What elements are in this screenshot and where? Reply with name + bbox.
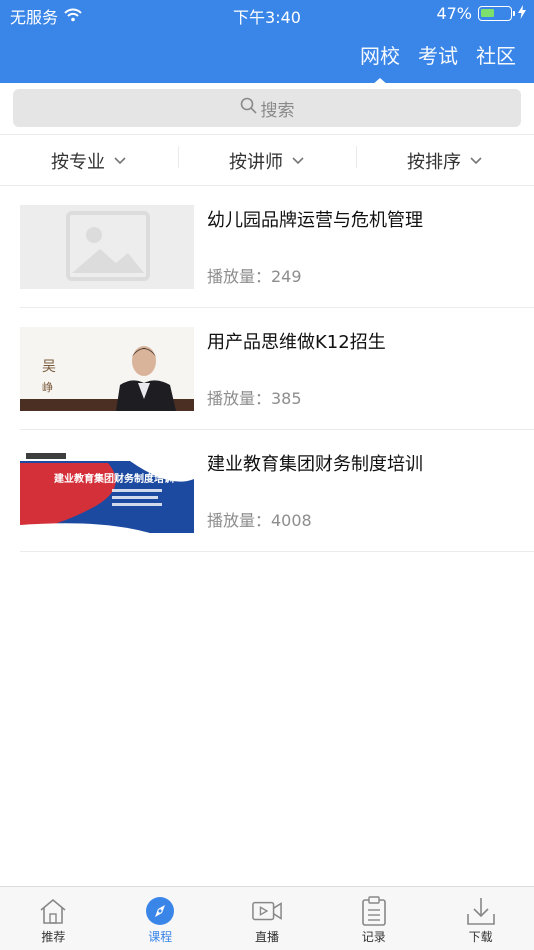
- chevron-down-icon: [470, 156, 482, 164]
- download-icon: [466, 896, 496, 926]
- nav-item-download[interactable]: 下载: [427, 887, 534, 950]
- filter-lecturer[interactable]: 按讲师: [178, 136, 356, 185]
- search-icon: [240, 97, 257, 119]
- nav-label: 推荐: [41, 930, 66, 944]
- tab-wangxiao[interactable]: 网校: [360, 40, 400, 69]
- nav-item-live[interactable]: 直播: [214, 887, 321, 950]
- course-title: 建业教育集团财务制度培训: [207, 454, 423, 475]
- course-play-count: 播放量：249: [207, 267, 302, 286]
- filter-sort-label: 按排序: [407, 151, 461, 173]
- lecturer-name-char-2: 峥: [42, 380, 53, 394]
- course-title: 用产品思维做K12招生: [207, 332, 386, 353]
- status-bar: 无服务 下午3:40 47%: [0, 0, 534, 28]
- filter-sort[interactable]: 按排序: [356, 136, 534, 185]
- lecturer-photo-image: 吴 峥: [20, 327, 194, 411]
- battery-icon: [478, 6, 515, 21]
- chevron-down-icon: [114, 156, 126, 164]
- search-section: 搜索: [0, 83, 534, 135]
- header-tabs: 网校 考试 社区: [360, 40, 516, 69]
- clipboard-icon: [359, 896, 389, 926]
- training-slide-image: 建业教育集团财务制度培训: [20, 449, 194, 533]
- image-placeholder-icon: [66, 211, 150, 281]
- status-right: 47%: [436, 4, 526, 23]
- course-thumbnail-lecturer: 吴 峥: [20, 327, 194, 411]
- course-item[interactable]: 建业教育集团财务制度培训 建业教育集团财务制度培训 播放量：4008: [20, 430, 534, 552]
- battery-fill: [481, 9, 494, 17]
- nav-item-recommend[interactable]: 推荐: [0, 887, 107, 950]
- nav-label: 课程: [148, 930, 173, 944]
- lecturer-name-char-1: 吴: [42, 359, 56, 375]
- battery-percent: 47%: [436, 4, 472, 23]
- home-icon: [38, 896, 68, 926]
- chevron-down-icon: [292, 156, 304, 164]
- tab-kaoshi[interactable]: 考试: [418, 40, 458, 69]
- nav-item-courses[interactable]: 课程: [107, 887, 214, 950]
- course-thumbnail-slide: 建业教育集团财务制度培训: [20, 449, 194, 533]
- video-camera-icon: [252, 896, 282, 926]
- nav-label: 记录: [361, 930, 386, 944]
- slide-title: 建业教育集团财务制度培训: [53, 472, 174, 485]
- course-item[interactable]: 幼儿园品牌运营与危机管理 播放量：249: [20, 186, 534, 308]
- course-play-count: 播放量：4008: [207, 511, 312, 530]
- course-play-count: 播放量：385: [207, 389, 302, 408]
- compass-icon: [145, 896, 175, 926]
- course-title: 幼儿园品牌运营与危机管理: [207, 210, 423, 231]
- filter-major-label: 按专业: [51, 151, 105, 173]
- filter-bar: 按专业 按讲师 按排序: [0, 136, 534, 186]
- course-item[interactable]: 吴 峥 用产品思维做K12招生 播放量：385: [20, 308, 534, 430]
- course-thumbnail-placeholder: [20, 205, 194, 289]
- filter-major[interactable]: 按专业: [0, 136, 178, 185]
- app-header: 无服务 下午3:40 47% 网校 考试 社区: [0, 0, 534, 83]
- bottom-nav: 推荐 课程 直播 记录 下载: [0, 886, 534, 950]
- filter-lecturer-label: 按讲师: [229, 151, 283, 173]
- charging-bolt-icon: [518, 4, 526, 23]
- nav-item-records[interactable]: 记录: [320, 887, 427, 950]
- search-placeholder: 搜索: [260, 100, 295, 121]
- tab-shequ[interactable]: 社区: [476, 40, 516, 69]
- nav-label: 直播: [254, 930, 279, 944]
- course-list: 幼儿园品牌运营与危机管理 播放量：249 吴 峥 用产品思维做K12招生 播放量…: [20, 186, 534, 552]
- search-input[interactable]: 搜索: [13, 89, 521, 127]
- nav-label: 下载: [468, 930, 493, 944]
